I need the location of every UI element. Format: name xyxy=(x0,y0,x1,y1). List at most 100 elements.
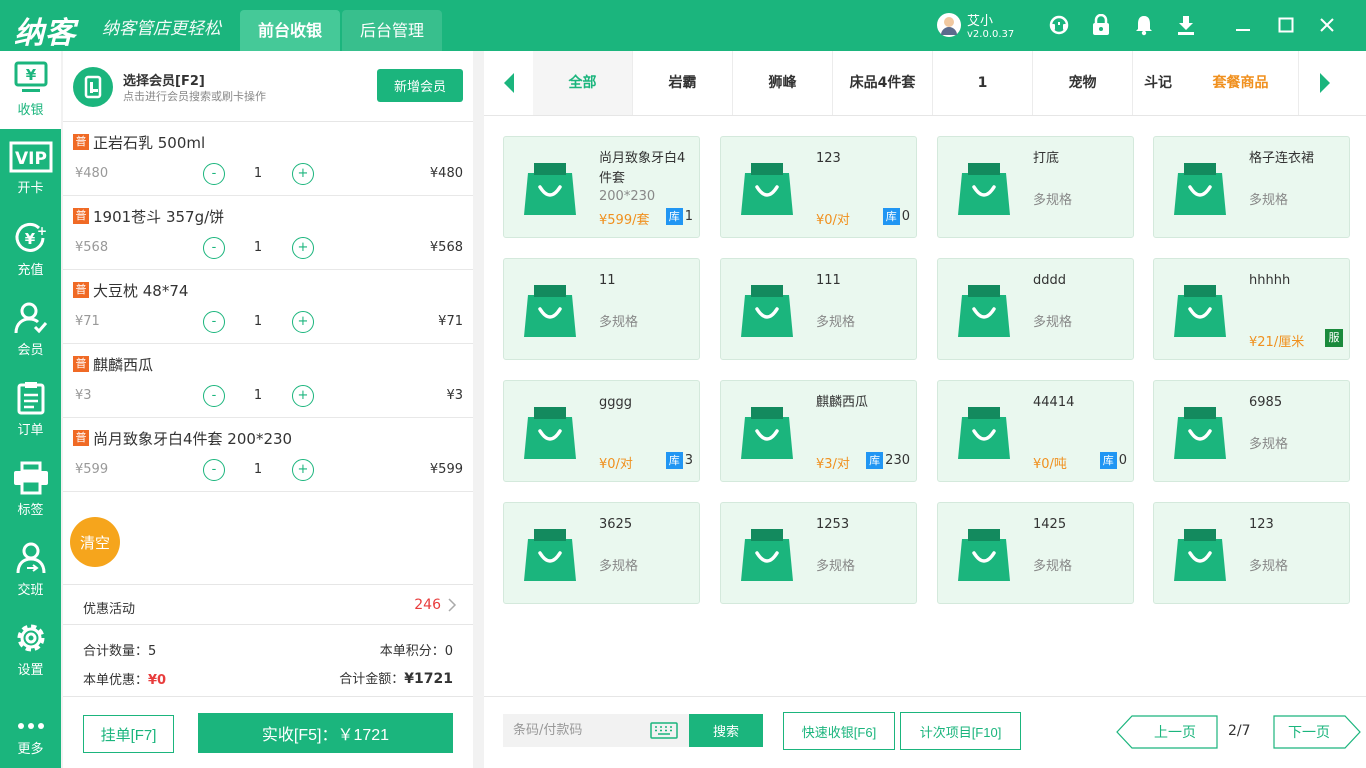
product-card[interactable]: 11 多规格 xyxy=(503,258,700,360)
product-multi-spec: 多规格 xyxy=(816,315,856,330)
category-tab[interactable]: 宠物 xyxy=(1033,51,1133,115)
product-card[interactable]: 1253 多规格 xyxy=(720,502,917,604)
shopping-bag-icon xyxy=(1174,407,1226,459)
nav-item-labels[interactable]: 标签 xyxy=(0,451,61,529)
category-tab-all[interactable]: 全部 xyxy=(533,51,633,115)
shopping-bag-icon xyxy=(1174,285,1226,337)
search-button[interactable]: 搜索 xyxy=(689,714,763,747)
cart-row[interactable]: 普 1901苍斗 357g/饼 ¥568 - 1 + ¥568 xyxy=(63,196,473,270)
maximize-icon[interactable] xyxy=(1274,13,1298,37)
category-tab[interactable]: 岩霸 xyxy=(633,51,733,115)
category-tab[interactable]: 斗记 xyxy=(1133,51,1183,115)
lock-icon[interactable] xyxy=(1089,13,1113,37)
qty-minus-button[interactable]: - xyxy=(203,237,225,259)
stock-badge: 库 xyxy=(1099,452,1117,469)
qty-minus-button[interactable]: - xyxy=(203,459,225,481)
user-avatar[interactable] xyxy=(937,13,961,37)
cart-row[interactable]: 普 大豆枕 48*74 ¥71 - 1 + ¥71 xyxy=(63,270,473,344)
product-card[interactable]: dddd 多规格 xyxy=(937,258,1134,360)
hold-order-button[interactable]: 挂单[F7] xyxy=(83,715,174,753)
svg-text:¥: ¥ xyxy=(25,66,36,84)
shopping-bag-icon xyxy=(741,163,793,215)
qty-value[interactable]: 1 xyxy=(248,388,268,403)
qty-minus-button[interactable]: - xyxy=(203,385,225,407)
minimize-icon[interactable] xyxy=(1231,13,1255,37)
service-badge: 服 xyxy=(1325,329,1343,347)
svg-text:¥: ¥ xyxy=(24,230,35,248)
nav-item-recharge[interactable]: ¥ + 充值 xyxy=(0,211,61,289)
qty-minus-button[interactable]: - xyxy=(203,311,225,333)
cart-row[interactable]: 普 麒麟西瓜 ¥3 - 1 + ¥3 xyxy=(63,344,473,418)
promotion-row[interactable]: 优惠活动 246 xyxy=(63,584,473,625)
bell-icon[interactable] xyxy=(1132,13,1156,37)
nav-item-orders[interactable]: 订单 xyxy=(0,371,61,449)
product-card[interactable]: gggg ¥0/对 库3 xyxy=(503,380,700,482)
nav-item-shift[interactable]: 交班 xyxy=(0,531,61,609)
checkout-button[interactable]: 实收[F5]：￥1721 xyxy=(198,713,453,753)
tab-back-office[interactable]: 后台管理 xyxy=(342,10,442,51)
shopping-bag-icon xyxy=(958,529,1010,581)
nav-item-settings[interactable]: 设置 xyxy=(0,611,61,689)
regular-badge: 普 xyxy=(73,208,89,224)
qty-value[interactable]: 1 xyxy=(248,240,268,255)
add-member-button[interactable]: 新增会员 xyxy=(377,69,463,102)
product-card[interactable]: 111 多规格 xyxy=(720,258,917,360)
category-tab[interactable]: 狮峰 xyxy=(733,51,833,115)
product-card[interactable]: 格子连衣裙 多规格 xyxy=(1153,136,1350,238)
product-card[interactable]: 6985 多规格 xyxy=(1153,380,1350,482)
order-amount: 合计金额：¥1721 xyxy=(339,668,453,687)
tab-front-cashier[interactable]: 前台收银 xyxy=(240,10,340,51)
caret-left-icon[interactable] xyxy=(502,71,516,95)
product-card[interactable]: 44414 ¥0/吨 库0 xyxy=(937,380,1134,482)
keyboard-icon[interactable] xyxy=(650,722,678,739)
qty-minus-button[interactable]: - xyxy=(203,163,225,185)
product-name: 6985 xyxy=(1249,395,1283,410)
next-page-button[interactable]: 下一页 xyxy=(1273,716,1345,748)
total-qty-label: 合计数量： xyxy=(83,644,149,659)
nav-item-member[interactable]: 会员 xyxy=(0,291,61,369)
qty-plus-button[interactable]: + xyxy=(292,237,314,259)
qty-plus-button[interactable]: + xyxy=(292,385,314,407)
nav-label: 标签 xyxy=(17,503,44,518)
product-name: 尚月致象牙白4件套 xyxy=(599,151,686,186)
qty-plus-button[interactable]: + xyxy=(292,311,314,333)
qty-plus-button[interactable]: + xyxy=(292,163,314,185)
product-card[interactable]: 打底 多规格 xyxy=(937,136,1134,238)
quick-checkout-button[interactable]: 快速收银[F6] xyxy=(783,712,895,750)
nav-label: 开卡 xyxy=(17,181,44,196)
product-card[interactable]: 1425 多规格 xyxy=(937,502,1134,604)
download-icon[interactable] xyxy=(1174,13,1198,37)
category-tab-package[interactable]: 套餐商品 xyxy=(1183,51,1299,115)
product-name: hhhhh xyxy=(1249,273,1291,288)
product-card[interactable]: 尚月致象牙白4件套 200*230 ¥599/套 库1 xyxy=(503,136,700,238)
qty-plus-button[interactable]: + xyxy=(292,459,314,481)
nav-item-cashier[interactable]: ¥ 收银 xyxy=(0,51,61,129)
cart-item-price: ¥568 xyxy=(75,240,109,255)
qty-value[interactable]: 1 xyxy=(248,462,268,477)
cart-item-name: 正岩石乳 500ml xyxy=(93,134,206,152)
clear-cart-button[interactable]: 清空 xyxy=(70,517,120,567)
nav-item-more[interactable]: 更多 xyxy=(0,702,61,768)
shift-icon xyxy=(16,542,45,574)
qty-value[interactable]: 1 xyxy=(248,314,268,329)
prev-page-button[interactable]: 上一页 xyxy=(1132,716,1218,748)
product-card[interactable]: hhhhh ¥21/厘米 服 xyxy=(1153,258,1350,360)
qty-value[interactable]: 1 xyxy=(248,166,268,181)
product-spec: 200*230 xyxy=(599,189,656,204)
category-tab[interactable]: 床品4件套 xyxy=(833,51,933,115)
product-card[interactable]: 麒麟西瓜 ¥3/对 库 230 xyxy=(720,380,917,482)
caret-right-icon[interactable] xyxy=(1318,71,1332,95)
user-name[interactable]: 艾小 xyxy=(967,10,993,29)
count-items-button[interactable]: 计次项目[F10] xyxy=(900,712,1021,750)
left-nav: ¥ 收银 VIP 开卡 ¥ + 充值 会员 订单 标签 交班 设置 更多 xyxy=(0,51,61,768)
cart-row[interactable]: 普 尚月致象牙白4件套 200*230 ¥599 - 1 + ¥599 xyxy=(63,418,473,492)
product-card[interactable]: 3625 多规格 xyxy=(503,502,700,604)
product-card[interactable]: 123 ¥0/对 库0 xyxy=(720,136,917,238)
nav-item-open-card[interactable]: VIP 开卡 xyxy=(0,131,61,209)
close-icon[interactable] xyxy=(1315,13,1339,37)
product-card[interactable]: 123 多规格 xyxy=(1153,502,1350,604)
headset-icon[interactable] xyxy=(1047,13,1071,37)
cart-row[interactable]: 普 正岩石乳 500ml ¥480 - 1 + ¥480 xyxy=(63,122,473,196)
member-selector[interactable]: 选择会员[F2] 点击进行会员搜索或刷卡操作 新增会员 xyxy=(63,51,473,122)
category-tab[interactable]: 1 xyxy=(933,51,1033,115)
